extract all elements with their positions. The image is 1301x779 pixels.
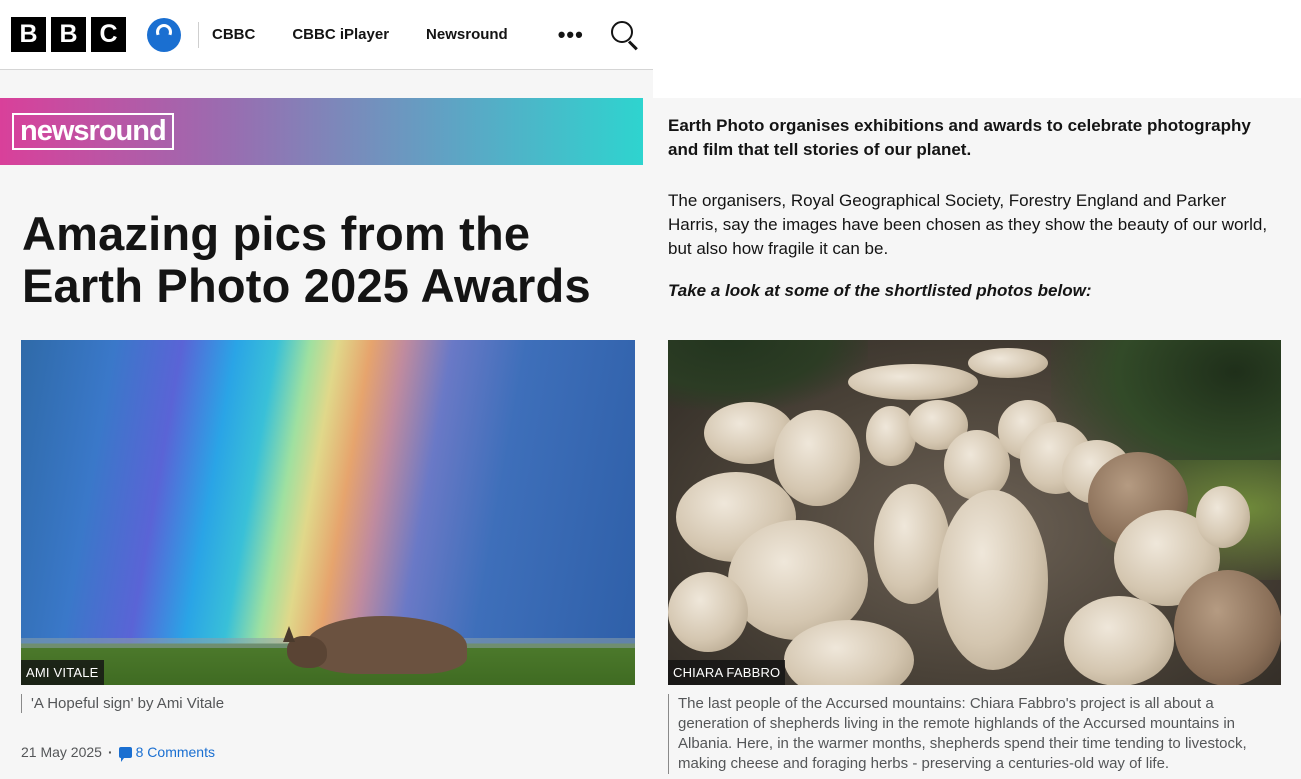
article-lead-in: Take a look at some of the shortlisted p… [668, 281, 1092, 300]
sheep-shape [848, 364, 978, 400]
account-icon[interactable] [147, 17, 181, 52]
comments-link[interactable]: 8 Comments [136, 744, 215, 760]
sheep-shape [968, 348, 1048, 378]
sheep-shape [1174, 570, 1281, 685]
rhino-rainbow-photo: AMI VITALE [21, 340, 635, 685]
article-intro: Earth Photo organises exhibitions and aw… [668, 116, 1251, 159]
sheep-shape [668, 572, 748, 652]
nav-divider [198, 21, 199, 48]
bbc-logo-block: B [11, 17, 46, 52]
page: B B C CBBC CBBC iPlayer Newsround ••• ne… [0, 0, 1301, 779]
comment-icon[interactable] [118, 746, 132, 762]
sheep-shape [774, 410, 860, 506]
right-column-top [653, 0, 1301, 98]
newsround-logo[interactable]: newsround [12, 113, 174, 150]
bbc-logo[interactable]: B B C [11, 17, 126, 52]
nav-link-cbbc-iplayer[interactable]: CBBC iPlayer [292, 26, 389, 43]
article-meta: 21 May 2025 · 8 Comments [21, 744, 215, 762]
search-icon[interactable] [610, 20, 640, 50]
sheep-shape [1064, 596, 1174, 685]
sheep-shape [866, 406, 916, 466]
rhino-shape [307, 616, 467, 674]
site-header: B B C CBBC CBBC iPlayer Newsround ••• [0, 0, 653, 70]
photo-caption: 'A Hopeful sign' by Ami Vitale [21, 694, 224, 713]
photo-caption: The last people of the Accursed mountain… [668, 694, 1280, 774]
photo-credit: AMI VITALE [21, 660, 104, 685]
rhino-horn-shape [283, 626, 295, 642]
bbc-logo-block: C [91, 17, 126, 52]
publish-date: 21 May 2025 [21, 744, 102, 760]
article-title: Amazing pics from the Earth Photo 2025 A… [22, 207, 591, 312]
bbc-logo-block: B [51, 17, 86, 52]
nav-link-cbbc[interactable]: CBBC [212, 26, 255, 43]
meta-separator: · [107, 744, 113, 760]
sheep-flock-photo: CHIARA FABBRO [668, 340, 1281, 685]
article-paragraph: The organisers, Royal Geographical Socie… [668, 191, 1268, 258]
sheep-shape [1196, 486, 1250, 548]
more-menu-icon[interactable]: ••• [558, 23, 584, 46]
sheep-shape [938, 490, 1048, 670]
photo-tree [668, 340, 868, 410]
nav-link-newsround[interactable]: Newsround [426, 26, 508, 43]
newsround-banner: newsround [0, 98, 643, 165]
photo-credit: CHIARA FABBRO [668, 660, 786, 685]
